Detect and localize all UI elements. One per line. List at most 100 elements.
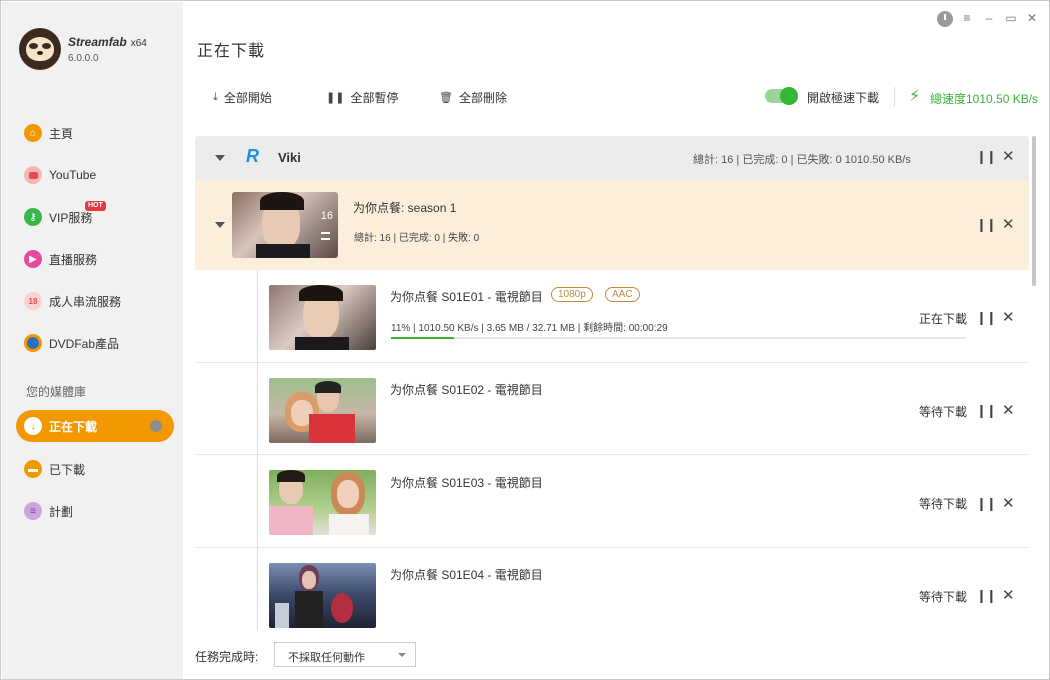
status-text: 等待下載 (919, 497, 968, 511)
episode-pause-button[interactable]: ❙❙ (976, 310, 997, 326)
group-pause-button[interactable]: ❙❙ (976, 149, 997, 165)
sidebar-item-label: 正在下載 (49, 419, 98, 434)
library-section-label: 您的媒體庫 (26, 385, 87, 399)
on-complete-select[interactable]: 不採取任何動作 (274, 642, 416, 667)
episode-close-button[interactable]: ✕ (1002, 586, 1015, 604)
group-stats: 總計: 16 | 已完成: 0 | 已失敗: 0 1010.50 KB/s (693, 154, 911, 166)
episode-thumbnail (269, 378, 376, 443)
trash-icon: 🗑 (439, 92, 453, 104)
season-stats: 總計: 16 | 已完成: 0 | 失敗: 0 (354, 233, 480, 244)
toolbar-divider (894, 87, 895, 107)
streamfab-logo (19, 28, 61, 70)
turbo-download-toggle[interactable] (765, 87, 798, 105)
season-close-button[interactable]: ✕ (1002, 215, 1015, 233)
sidebar-item-downloading[interactable]: ↓ 正在下載 (16, 410, 174, 442)
collapse-caret-icon[interactable] (215, 222, 225, 228)
audio-badge: AAC (605, 287, 640, 302)
sidebar-item-label: VIP服務 (49, 210, 93, 225)
start-all-label: 全部開始 (223, 91, 272, 105)
episode-pause-button[interactable]: ❙❙ (976, 496, 997, 512)
pause-all-button[interactable]: ❚❚ 全部暫停 (326, 89, 398, 106)
minimize-icon[interactable]: – (982, 11, 996, 25)
sidebar-item-youtube[interactable]: YouTube (16, 159, 174, 191)
sidebar-item-label: 直播服務 (49, 252, 98, 267)
download-progress-text: 11% | 1010.50 KB/s | 3.65 MB / 32.71 MB … (391, 323, 668, 334)
sidebar-item-label: 計劃 (49, 504, 74, 519)
delete-all-label: 全部刪除 (458, 91, 507, 105)
progress-bar (391, 337, 966, 339)
scrollbar[interactable] (1032, 136, 1036, 286)
sidebar: Streamfab x64 6.0.0.0 ⌂ 主頁 YouTube ⚷ VIP服… (2, 2, 183, 679)
collapse-caret-icon[interactable] (215, 155, 225, 161)
on-complete-value: 不採取任何動作 (288, 652, 365, 664)
chevron-down-icon (398, 653, 406, 657)
season-thumbnail: 16 (232, 192, 338, 258)
app-window: Streamfab x64 6.0.0.0 ⌂ 主頁 YouTube ⚷ VIP服… (0, 0, 1050, 680)
progress-fill (391, 337, 455, 339)
sidebar-item-dvdfab[interactable]: DVDFab產品 (16, 327, 174, 359)
live-camera-icon: ▶ (24, 250, 42, 268)
sidebar-item-downloaded[interactable]: ▬ 已下載 (16, 453, 174, 485)
sidebar-item-adult[interactable]: 18 成人串流服務 (16, 285, 174, 317)
sidebar-item-label: 已下載 (49, 462, 86, 477)
lightning-icon: ⚡ (909, 88, 921, 105)
sidebar-item-live[interactable]: ▶ 直播服務 (16, 243, 174, 275)
season-pause-button[interactable]: ❙❙ (976, 217, 997, 233)
episode-pause-button[interactable]: ❙❙ (976, 403, 997, 419)
group-close-button[interactable]: ✕ (1002, 147, 1015, 165)
close-icon[interactable]: ✕ (1025, 11, 1039, 25)
app-brand: Streamfab x64 (68, 35, 147, 49)
clock-icon[interactable] (937, 11, 953, 27)
status-text: 等待下載 (919, 590, 968, 604)
on-complete-label: 任務完成時: (195, 650, 259, 664)
episode-title: 为你点餐 S01E03 - 電視節目 (390, 476, 543, 490)
episode-thumbnail (269, 563, 376, 628)
list-icon (321, 232, 330, 240)
delete-all-button[interactable]: 🗑 全部刪除 (439, 89, 507, 106)
sidebar-item-label: DVDFab產品 (49, 336, 120, 351)
episode-title: 为你点餐 S01E01 - 電視節目 (390, 290, 543, 304)
episode-close-button[interactable]: ✕ (1002, 494, 1015, 512)
tree-connector (257, 270, 258, 640)
sidebar-item-label: 成人串流服務 (49, 294, 122, 309)
total-speed: 總速度1010.50 KB/s (930, 92, 1039, 106)
sidebar-item-vip[interactable]: ⚷ VIP服務 HOT (16, 201, 174, 233)
home-icon: ⌂ (24, 124, 42, 142)
sidebar-item-schedule[interactable]: ≡ 計劃 (16, 495, 174, 527)
maximize-icon[interactable]: ▭ (1004, 11, 1018, 25)
app-version: 6.0.0.0 (68, 53, 99, 64)
group-name: Viki (278, 150, 301, 165)
episode-close-button[interactable]: ✕ (1002, 308, 1015, 326)
schedule-icon: ≡ (24, 502, 42, 520)
episode-pause-button[interactable]: ❙❙ (976, 588, 997, 604)
episode-thumbnail (269, 285, 376, 350)
page-title: 正在下載 (197, 43, 266, 60)
episode-title: 为你点餐 S01E02 - 電視節目 (390, 383, 543, 397)
sidebar-item-home[interactable]: ⌂ 主頁 (16, 117, 174, 149)
download-icon: ↓ (24, 417, 42, 435)
key-icon: ⚷ (24, 208, 42, 226)
quality-badge: 1080p (551, 287, 593, 302)
episode-title: 为你点餐 S01E04 - 電視節目 (390, 568, 543, 582)
episode-close-button[interactable]: ✕ (1002, 401, 1015, 419)
status-text: 正在下載 (919, 312, 968, 326)
menu-icon[interactable]: ≡ (960, 11, 974, 25)
status-dot (150, 420, 162, 432)
youtube-icon (24, 166, 42, 184)
pause-icon: ❚❚ (326, 92, 345, 104)
viki-logo: R (246, 146, 259, 166)
start-all-button[interactable]: ⤓ 全部開始 (213, 89, 272, 106)
season-title: 为你点餐: season 1 (353, 201, 457, 215)
turbo-download-label: 開啟極速下載 (807, 91, 880, 105)
pause-all-label: 全部暫停 (350, 91, 399, 105)
sidebar-item-label: YouTube (49, 168, 97, 182)
sidebar-item-label: 主頁 (49, 126, 74, 141)
episode-count: 16 (320, 210, 333, 222)
folder-icon: ▬ (24, 460, 42, 478)
status-text: 等待下載 (919, 405, 968, 419)
download-icon: ⤓ (213, 91, 218, 103)
adult-18-icon: 18 (24, 292, 42, 310)
hot-badge: HOT (85, 201, 106, 211)
episode-thumbnail (269, 470, 376, 535)
dvdfab-icon (24, 334, 42, 352)
